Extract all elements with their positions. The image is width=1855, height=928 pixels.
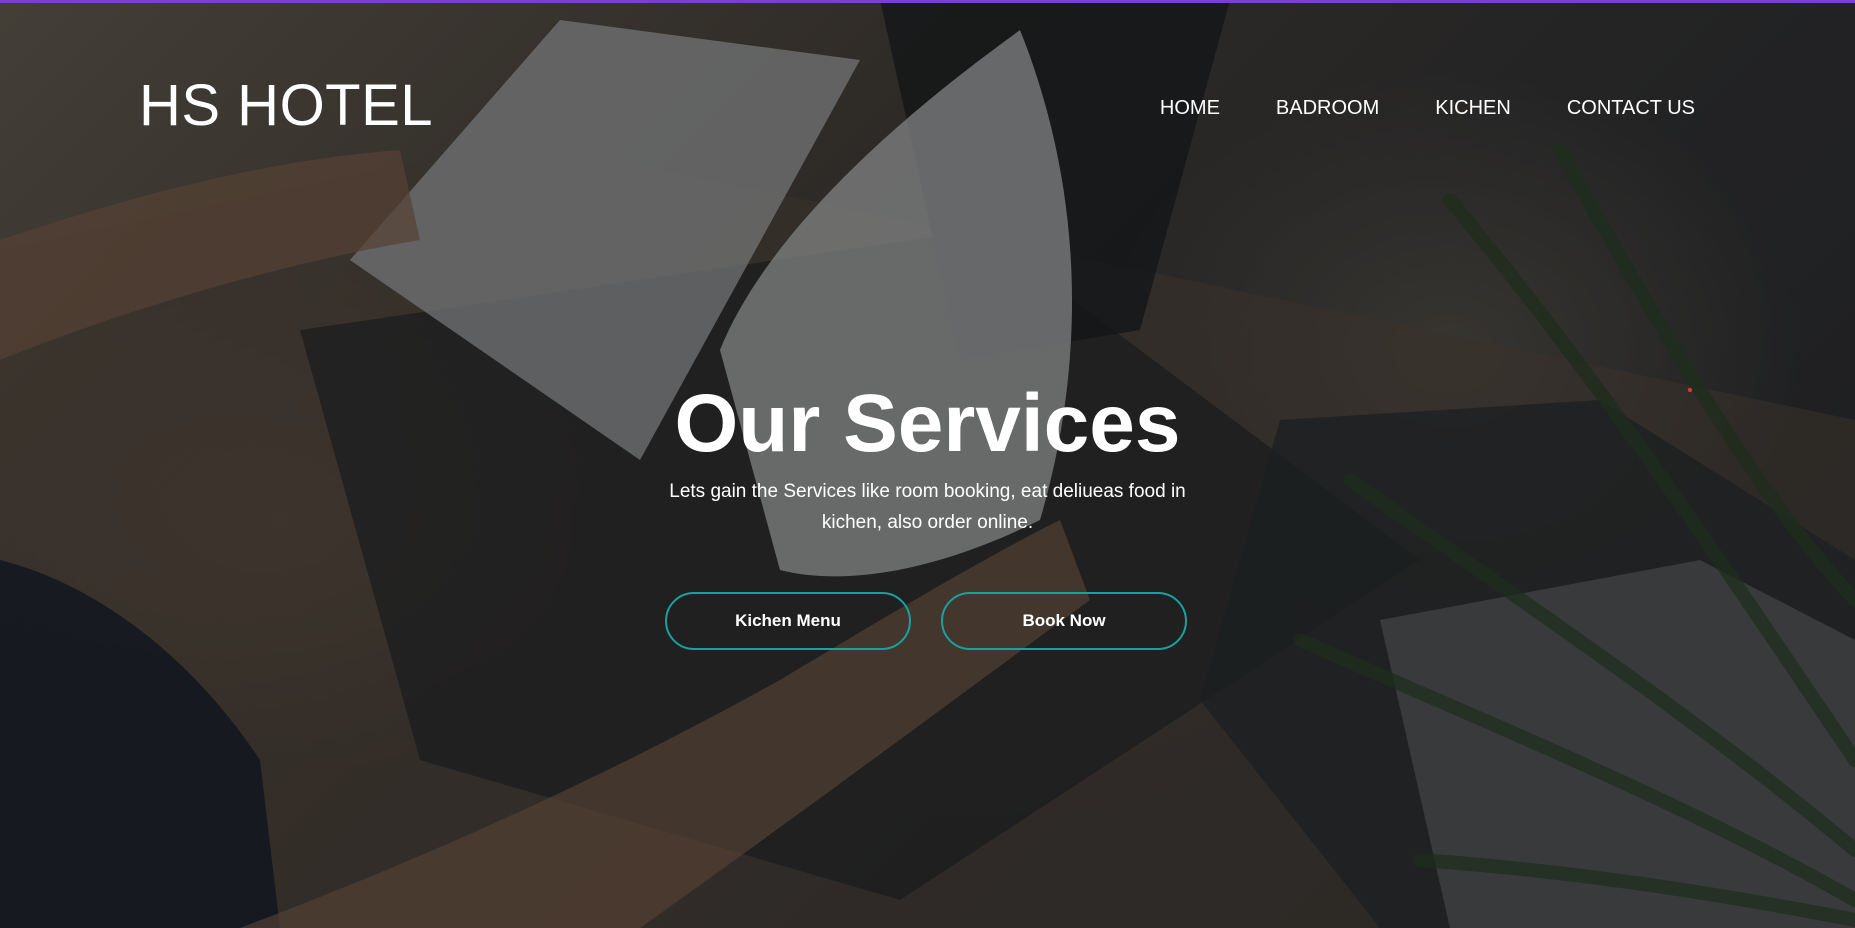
page: HS HOTEL HOME BADROOM KICHEN CONTACT US … [0,0,1855,928]
book-now-button[interactable]: Book Now [941,592,1187,650]
main-navigation: HOME BADROOM KICHEN CONTACT US [1160,97,1695,120]
hero-subtitle: Lets gain the Services like room booking… [669,481,1186,533]
kichen-menu-button[interactable]: Kichen Menu [665,592,911,650]
nav-link-contact-us[interactable]: CONTACT US [1567,97,1695,120]
nav-link-home[interactable]: HOME [1160,97,1220,120]
nav-link-kichen[interactable]: KICHEN [1435,97,1511,120]
hero-section: Our Services Lets gain the Services like… [0,376,1855,650]
hero-title: Our Services [674,378,1181,469]
hero-button-group: Kichen Menu Book Now [0,592,1855,650]
site-header: HS HOTEL HOME BADROOM KICHEN CONTACT US [0,0,1855,220]
site-logo[interactable]: HS HOTEL [139,72,433,139]
nav-link-badroom[interactable]: BADROOM [1276,97,1379,120]
top-accent-bar [0,0,1855,3]
red-dot-marker [1688,388,1692,392]
